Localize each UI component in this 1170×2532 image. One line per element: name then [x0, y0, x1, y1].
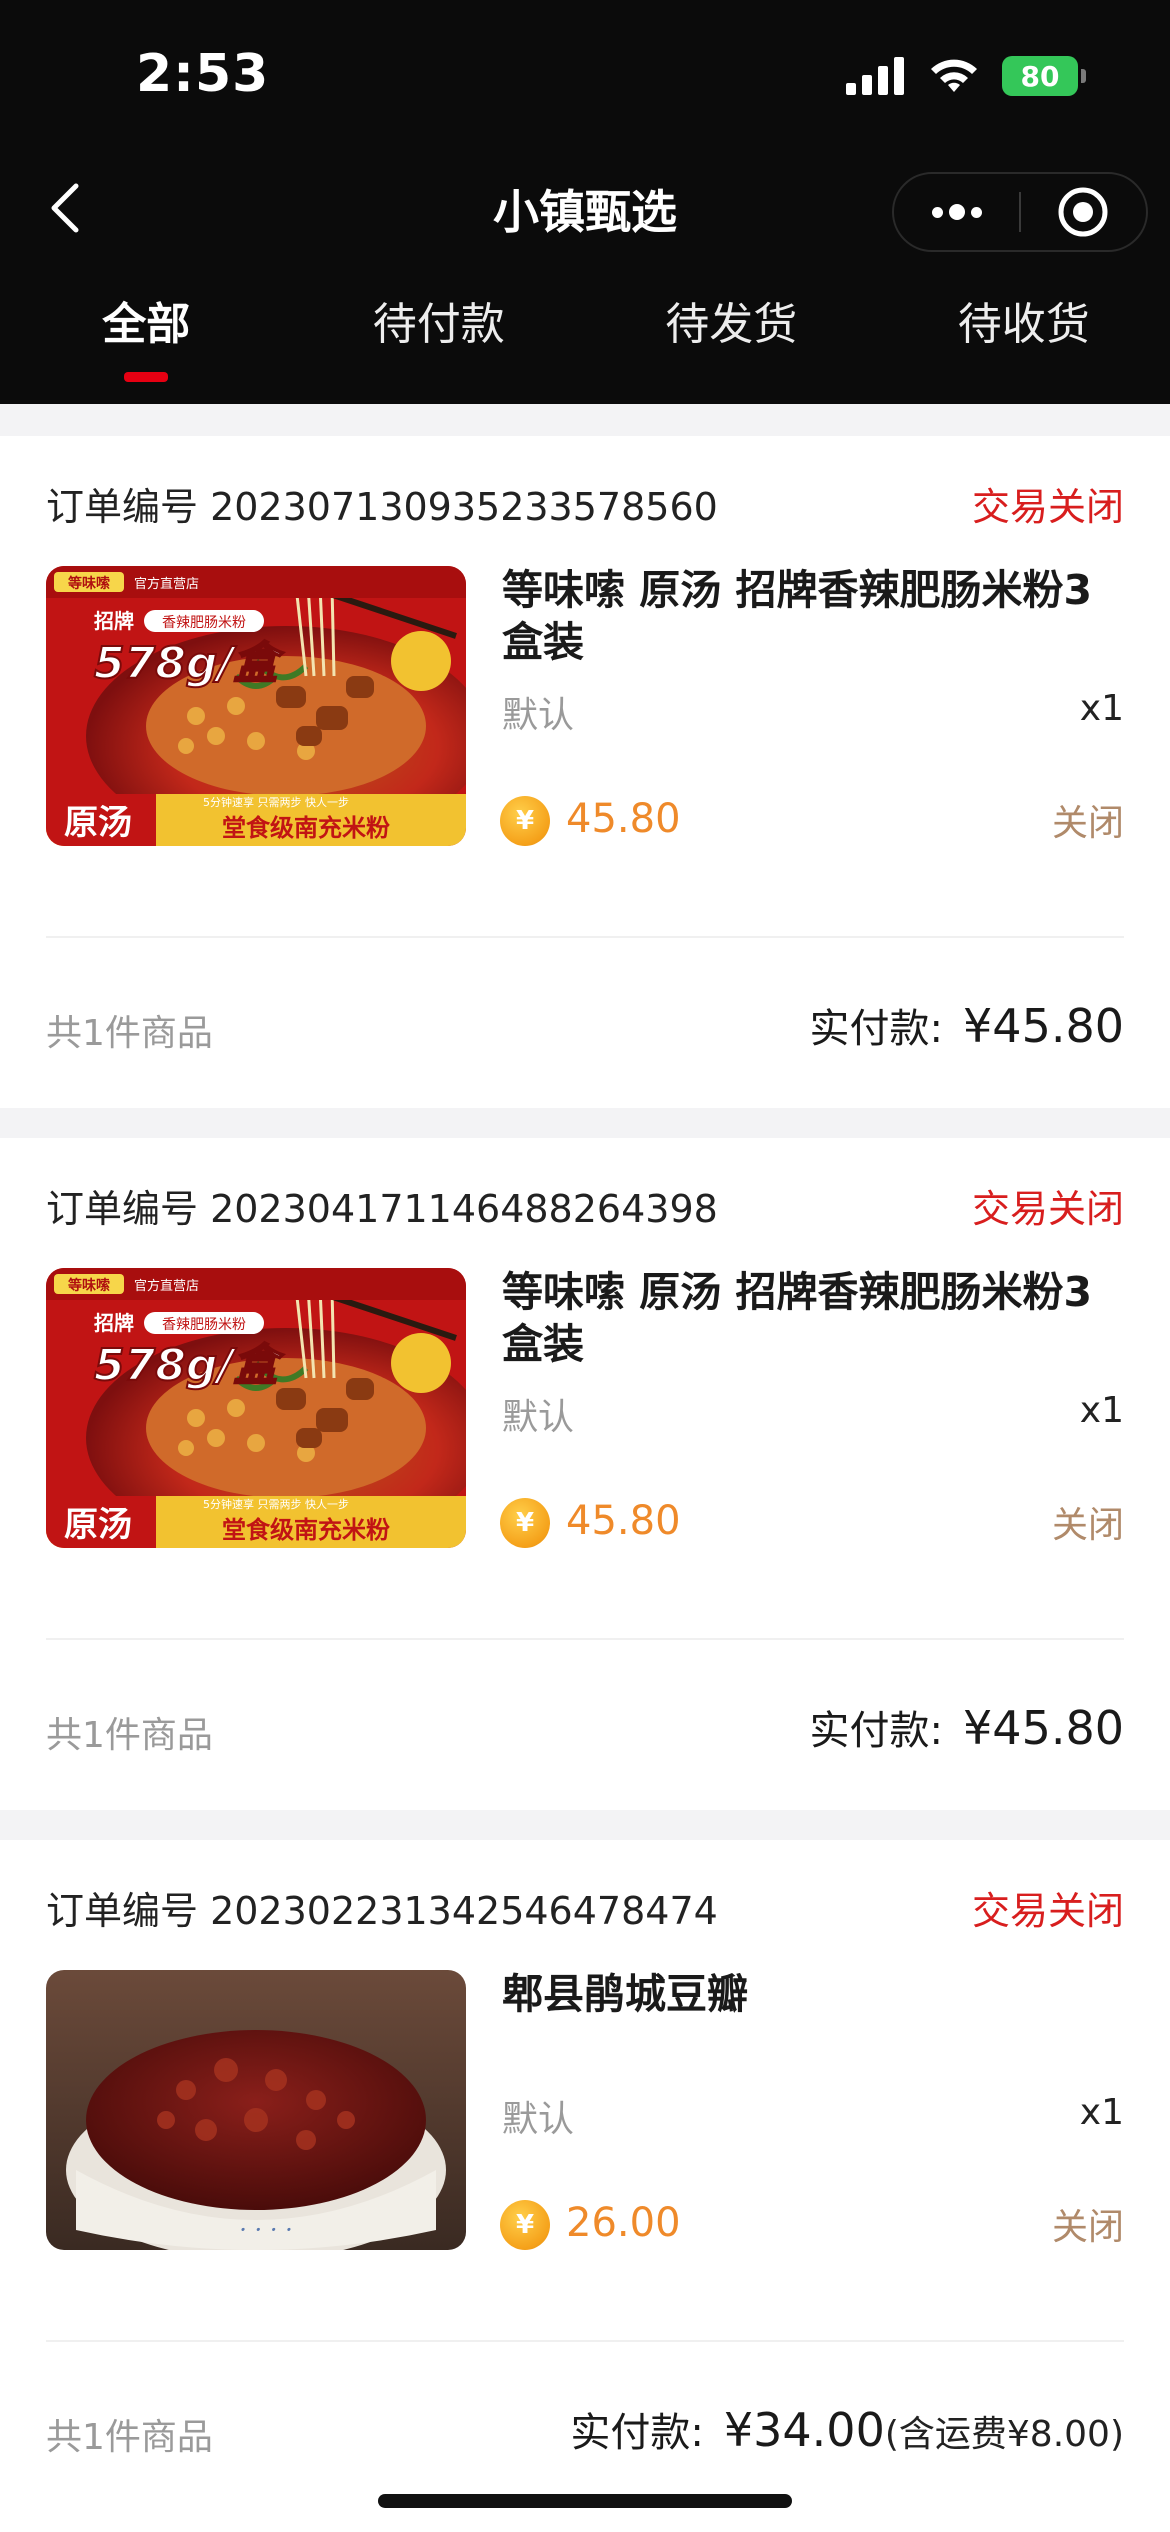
- svg-text:官方直营店: 官方直营店: [134, 576, 199, 592]
- paid-amount: 实付款: ¥34.00 (含运费¥8.00): [570, 2400, 1124, 2458]
- product-quantity: x1: [1079, 2092, 1124, 2133]
- product-spec: 默认: [502, 695, 575, 736]
- tab-active-indicator: [124, 372, 169, 382]
- tab-label: 待发货: [665, 299, 798, 350]
- more-button[interactable]: [894, 174, 1019, 250]
- order-status: 交易关闭: [971, 1187, 1124, 1231]
- home-indicator: [378, 2494, 792, 2508]
- tab-label: 待收货: [957, 299, 1090, 350]
- order-number: 订单编号 202302231342546478474: [46, 1889, 718, 1933]
- battery-icon: 80: [1002, 56, 1086, 96]
- paid-amount: 实付款: ¥45.80: [810, 996, 1124, 1054]
- svg-text:· · · ·: · · · ·: [239, 2216, 292, 2244]
- divider: [46, 2340, 1124, 2342]
- product-quantity: x1: [1079, 688, 1124, 729]
- status-time: 2:53: [136, 44, 270, 104]
- svg-text:原汤: 原汤: [64, 803, 132, 843]
- tab-label: 待付款: [372, 299, 505, 350]
- more-dots-icon: [931, 204, 982, 220]
- svg-text:5分钟速享 只需两步 快人一步: 5分钟速享 只需两步 快人一步: [203, 795, 349, 809]
- bean-paste-product-image: · · · ·: [46, 1970, 466, 2250]
- product-name[interactable]: 郫县鹃城豆瓣: [502, 1968, 1132, 2020]
- divider: [46, 936, 1124, 938]
- product-image[interactable]: · · · ·: [46, 1970, 466, 2250]
- tab-all[interactable]: 全部: [0, 288, 293, 388]
- tab-pending-payment[interactable]: 待付款: [293, 288, 586, 388]
- battery-level: 80: [1002, 56, 1078, 96]
- order-card[interactable]: 订单编号 202307130935233578560 交易关闭 等味嗦 官方直营…: [0, 436, 1170, 1108]
- brand-logo-text: 等味嗦: [68, 1277, 110, 1294]
- close-mini-program-button[interactable]: [1021, 174, 1146, 250]
- svg-text:578g/盒: 578g/盒: [94, 638, 284, 689]
- svg-text:招牌: 招牌: [94, 1311, 134, 1335]
- svg-text:香辣肥肠米粉: 香辣肥肠米粉: [162, 615, 246, 631]
- paid-value: ¥45.80: [963, 999, 1124, 1053]
- signal-icon: [846, 57, 904, 95]
- product-name[interactable]: 等味嗦 原汤 招牌香辣肥肠米粉3盒装: [502, 564, 1132, 668]
- svg-text:香辣肥肠米粉: 香辣肥肠米粉: [162, 1317, 246, 1333]
- coin-icon: ¥: [500, 2200, 550, 2250]
- paid-value: ¥34.00: [723, 2403, 885, 2457]
- svg-text:原汤: 原汤: [64, 1505, 132, 1545]
- item-count: 共1件商品: [46, 1715, 213, 1756]
- mini-program-capsule: [892, 172, 1148, 252]
- product-spec: 默认: [502, 1397, 575, 1438]
- coin-icon: ¥: [500, 1498, 550, 1548]
- paid-value: ¥45.80: [963, 1701, 1124, 1755]
- product-image[interactable]: 等味嗦 官方直营店 招牌 香辣肥肠米粉 578g/盒 原汤 5分钟速享 只需两步…: [46, 1268, 466, 1548]
- status-icons: 80: [846, 56, 1086, 96]
- tab-pending-receipt[interactable]: 待收货: [878, 288, 1170, 388]
- item-count: 共1件商品: [46, 1013, 213, 1054]
- svg-text:堂食级南充米粉: 堂食级南充米粉: [222, 814, 390, 842]
- tab-label: 全部: [102, 299, 191, 350]
- order-tabs: 全部 待付款 待发货 待收货: [0, 288, 1170, 388]
- svg-text:5分钟速享 只需两步 快人一步: 5分钟速享 只需两步 快人一步: [203, 1497, 349, 1511]
- item-status: 关闭: [1051, 803, 1124, 844]
- svg-text:堂食级南充米粉: 堂食级南充米粉: [222, 1516, 390, 1544]
- order-number: 订单编号 202304171146488264398: [46, 1187, 718, 1231]
- product-price: 45.80: [566, 1498, 681, 1544]
- wifi-icon: [931, 59, 977, 92]
- product-image[interactable]: 等味嗦 官方直营店 招牌 香辣肥肠米粉 578g/盒 原汤 5分钟速享 只需两步…: [46, 566, 466, 846]
- shipping-note: (含运费¥8.00): [884, 2414, 1124, 2455]
- product-spec: 默认: [502, 2099, 575, 2140]
- product-price: 45.80: [566, 796, 681, 842]
- paid-label: 实付款:: [570, 2410, 704, 2456]
- order-number: 订单编号 202307130935233578560: [46, 485, 718, 529]
- product-quantity: x1: [1079, 1390, 1124, 1431]
- tab-pending-shipment[interactable]: 待发货: [585, 288, 878, 388]
- brand-logo-text: 等味嗦: [68, 575, 110, 592]
- noodle-product-image: 等味嗦 官方直营店 招牌 香辣肥肠米粉 578g/盒 原汤 5分钟速享 只需两步…: [46, 1268, 466, 1548]
- paid-label: 实付款:: [809, 1006, 944, 1052]
- svg-text:578g/盒: 578g/盒: [94, 1340, 284, 1391]
- paid-label: 实付款:: [809, 1708, 944, 1754]
- order-card[interactable]: 订单编号 202302231342546478474 交易关闭 · · · · …: [0, 1840, 1170, 2532]
- target-circle-icon: [1058, 187, 1108, 237]
- product-price: 26.00: [566, 2200, 681, 2246]
- svg-text:官方直营店: 官方直营店: [134, 1278, 199, 1294]
- order-status: 交易关闭: [971, 1889, 1124, 1933]
- coin-icon: ¥: [500, 796, 550, 846]
- svg-text:招牌: 招牌: [94, 609, 134, 633]
- item-count: 共1件商品: [46, 2417, 213, 2458]
- order-status: 交易关闭: [971, 485, 1124, 529]
- paid-amount: 实付款: ¥45.80: [810, 1698, 1124, 1756]
- app-header: 2:53 80 小镇甄选 全部 待付款 待发货 待收货: [0, 0, 1170, 404]
- item-status: 关闭: [1051, 1505, 1124, 1546]
- order-card[interactable]: 订单编号 202304171146488264398 交易关闭 等味嗦 官方直营…: [0, 1138, 1170, 1810]
- noodle-product-image: 等味嗦 官方直营店 招牌 香辣肥肠米粉 578g/盒 原汤 5分钟速享 只需两步…: [46, 566, 466, 846]
- divider: [46, 1638, 1124, 1640]
- product-name[interactable]: 等味嗦 原汤 招牌香辣肥肠米粉3盒装: [502, 1266, 1132, 1370]
- item-status: 关闭: [1051, 2207, 1124, 2248]
